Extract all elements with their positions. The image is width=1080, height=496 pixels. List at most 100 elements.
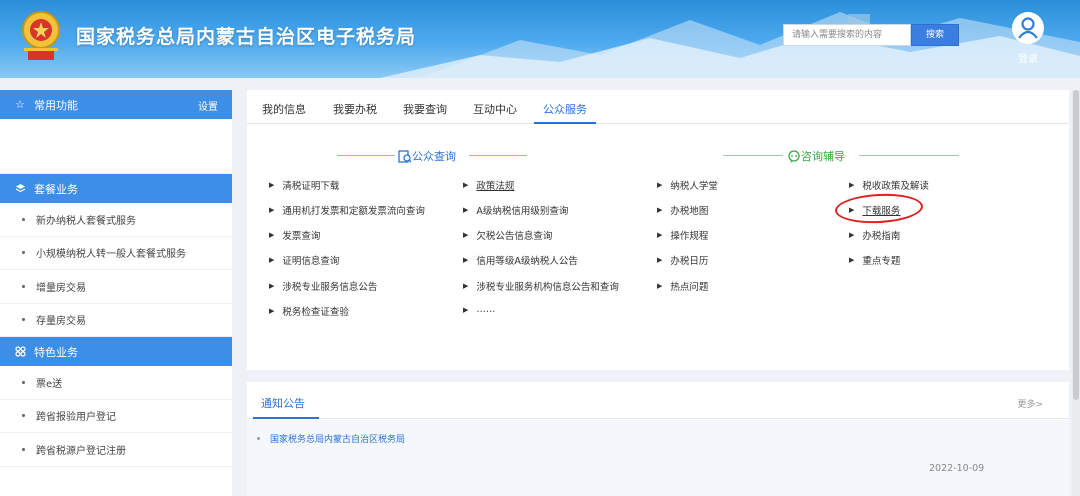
login-label[interactable]: 登录: [1008, 50, 1048, 65]
service-link-hot-topics[interactable]: ▶ 热点问题: [657, 279, 708, 293]
tax-emblem-icon: [22, 11, 60, 60]
sidebar-item-label: 跨省税源户登记注册: [36, 445, 126, 457]
service-label: 热点问题: [670, 282, 709, 293]
service-link-policy-regulations[interactable]: ▶ 政策法规: [463, 178, 514, 192]
service-label: 发票查询: [282, 231, 321, 242]
sidebar-special-header[interactable]: 特色业务: [0, 337, 232, 366]
triangle-right-icon: ▶: [657, 181, 663, 189]
service-link-inspection-verify[interactable]: ▶ 税务检查证查验: [269, 304, 349, 318]
header-banner: 国家税务总局内蒙古自治区电子税务局 搜索 登录: [0, 0, 1080, 78]
sidebar-package-header[interactable]: 套餐业务: [0, 174, 232, 203]
login-button[interactable]: 登录: [1008, 12, 1048, 68]
bullet: [22, 251, 25, 255]
triangle-right-icon: ▶: [269, 256, 275, 264]
triangle-right-icon: ▶: [269, 307, 275, 315]
service-link-certificate-query[interactable]: ▶ 证明信息查询: [269, 253, 339, 267]
triangle-right-icon: ▶: [463, 206, 469, 214]
triangle-right-icon: ▶: [269, 181, 275, 189]
tab-interaction[interactable]: 互动中心: [473, 101, 517, 117]
sidebar-item-label: 存量房交易: [36, 316, 86, 328]
service-link-a-level-notice[interactable]: ▶ 信用等级A级纳税人公告: [463, 253, 578, 267]
service-label: 纳税人学堂: [670, 181, 718, 192]
consult-guide-label: 咨询辅导: [801, 150, 845, 163]
tab-handle-tax[interactable]: 我要办税: [333, 101, 377, 117]
triangle-right-icon: ▶: [849, 231, 855, 239]
service-link-invoice-flow[interactable]: ▶ 通用机打发票和定额发票流向查询: [269, 203, 425, 217]
service-label: 操作规程: [670, 231, 709, 242]
public-query-label: 公众查询: [412, 150, 456, 163]
service-link-agency-notice[interactable]: ▶ 涉税专业服务机构信息公告和查询: [463, 279, 619, 293]
active-tab-indicator: [534, 122, 596, 124]
service-link-credit-level[interactable]: ▶ A级纳税信用级别查询: [463, 203, 568, 217]
service-label: 证明信息查询: [282, 256, 340, 267]
search-input[interactable]: [783, 24, 911, 46]
sidebar-item-existing-housing[interactable]: 存量房交易: [0, 304, 232, 337]
sidebar: ☆ 常用功能 设置 套餐业务 新办纳税人套餐式服务 小规模纳税人转一般人套餐式服…: [0, 90, 232, 496]
service-link-tax-guide[interactable]: ▶ 办税指南: [849, 228, 900, 242]
user-icon[interactable]: [1012, 12, 1044, 44]
service-link-tax-calendar[interactable]: ▶ 办税日历: [657, 253, 708, 267]
service-label: 信用等级A级纳税人公告: [476, 256, 578, 267]
scrollbar-thumb[interactable]: [1073, 90, 1079, 400]
sidebar-item-e-invoice[interactable]: 票e送: [0, 366, 232, 400]
sidebar-item-cross-province-user[interactable]: 跨省报验用户登记: [0, 400, 232, 433]
service-label: 重点专题: [862, 256, 901, 267]
sidebar-item-label: 小规模纳税人转一般人套餐式服务: [36, 249, 186, 261]
triangle-right-icon: ▶: [657, 231, 663, 239]
public-query-title: 公众查询: [398, 148, 456, 164]
triangle-right-icon: ▶: [849, 256, 855, 264]
triangle-right-icon: ▶: [657, 282, 663, 290]
triangle-right-icon: ▶: [269, 206, 275, 214]
star-icon: ☆: [15, 98, 25, 111]
grid-icon: [14, 346, 26, 358]
sidebar-item-label: 跨省报验用户登记: [36, 412, 116, 424]
divider: [337, 155, 395, 156]
service-link-key-topics[interactable]: ▶ 重点专题: [849, 253, 900, 267]
sidebar-item-label: 新办纳税人套餐式服务: [36, 215, 136, 227]
service-link-invoice-query[interactable]: ▶ 发票查询: [269, 228, 320, 242]
sidebar-item-incremental-housing[interactable]: 增量房交易: [0, 270, 232, 304]
triangle-right-icon: ▶: [463, 282, 469, 290]
service-label: 税务检查证查验: [282, 307, 349, 318]
service-link-procedures[interactable]: ▶ 操作规程: [657, 228, 708, 242]
bullet: [22, 217, 25, 221]
query-icon: [398, 149, 412, 163]
notice-item[interactable]: 国家税务总局内蒙古自治区税务局: [257, 432, 405, 445]
tab-query[interactable]: 我要查询: [403, 101, 447, 117]
sidebar-package-title: 套餐业务: [34, 182, 78, 196]
service-link-more[interactable]: ▶ ……: [463, 304, 495, 315]
notice-list: 国家税务总局内蒙古自治区税务局 2022-10-09: [247, 420, 1069, 496]
triangle-right-icon: ▶: [657, 206, 663, 214]
divider: [469, 155, 527, 156]
sidebar-item-new-taxpayer[interactable]: 新办纳税人套餐式服务: [0, 203, 232, 237]
triangle-right-icon: ▶: [269, 282, 275, 290]
bullet: [257, 437, 260, 440]
sidebar-item-small-scale[interactable]: 小规模纳税人转一般人套餐式服务: [0, 237, 232, 270]
tab-bar: 我的信息 我要办税 我要查询 互动中心 公众服务: [247, 90, 1069, 124]
sidebar-item-label: 增量房交易: [36, 282, 86, 294]
triangle-right-icon: ▶: [657, 256, 663, 264]
sidebar-item-cross-province-source[interactable]: 跨省税源户登记注册: [0, 433, 232, 467]
scrollbar[interactable]: [1072, 90, 1080, 496]
sidebar-special-title: 特色业务: [34, 345, 78, 359]
service-link-tax-arrears[interactable]: ▶ 欠税公告信息查询: [463, 228, 552, 242]
settings-link[interactable]: 设置: [198, 98, 218, 113]
more-link[interactable]: 更多>: [1017, 397, 1043, 410]
service-link-professional-notice[interactable]: ▶ 涉税专业服务信息公告: [269, 279, 377, 293]
tab-public-service[interactable]: 公众服务: [543, 101, 587, 117]
search-button[interactable]: 搜索: [911, 24, 959, 46]
tab-notice[interactable]: 通知公告: [261, 395, 305, 411]
bullet: [22, 318, 25, 322]
triangle-right-icon: ▶: [269, 231, 275, 239]
bullet: [22, 414, 25, 418]
service-link-tax-map[interactable]: ▶ 办税地图: [657, 203, 708, 217]
service-link-tax-clearance[interactable]: ▶ 清税证明下载: [269, 178, 339, 192]
tab-my-info[interactable]: 我的信息: [262, 101, 306, 117]
service-link-policy-interpretation[interactable]: ▶ 税收政策及解读: [849, 178, 929, 192]
service-link-taxpayer-school[interactable]: ▶ 纳税人学堂: [657, 178, 718, 192]
notice-tab-indicator: [253, 417, 319, 419]
notice-header: 通知公告 更多>: [247, 382, 1069, 419]
site-title: 国家税务总局内蒙古自治区电子税务局: [76, 26, 417, 48]
sidebar-common-header[interactable]: ☆ 常用功能 设置: [0, 90, 232, 119]
notice-date: 2022-10-09: [929, 463, 985, 474]
